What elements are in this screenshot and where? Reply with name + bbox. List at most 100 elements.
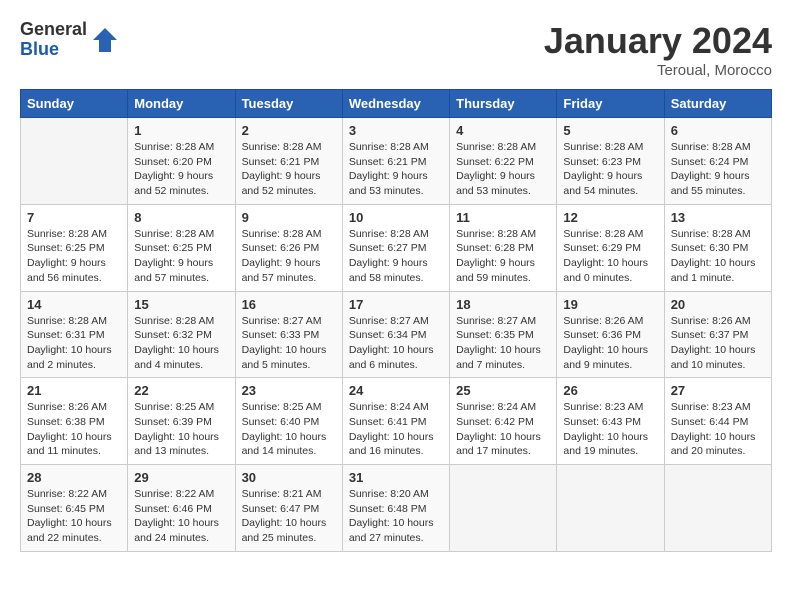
location: Teroual, Morocco xyxy=(544,62,772,79)
day-info: Sunrise: 8:24 AMSunset: 6:42 PMDaylight:… xyxy=(456,400,550,459)
calendar-cell: 7 Sunrise: 8:28 AMSunset: 6:25 PMDaylight… xyxy=(21,204,128,291)
calendar-cell xyxy=(664,465,771,552)
calendar-table: SundayMondayTuesdayWednesdayThursdayFrid… xyxy=(20,89,772,552)
calendar-cell: 21 Sunrise: 8:26 AMSunset: 6:38 PMDayligh… xyxy=(21,378,128,465)
calendar-cell: 17 Sunrise: 8:27 AMSunset: 6:34 PMDayligh… xyxy=(342,291,449,378)
header-day-sunday: Sunday xyxy=(21,90,128,118)
day-number: 21 xyxy=(27,383,121,398)
day-info: Sunrise: 8:20 AMSunset: 6:48 PMDaylight:… xyxy=(349,487,443,546)
day-info: Sunrise: 8:28 AMSunset: 6:24 PMDaylight:… xyxy=(671,140,765,199)
day-number: 28 xyxy=(27,470,121,485)
header-day-saturday: Saturday xyxy=(664,90,771,118)
day-number: 31 xyxy=(349,470,443,485)
calendar-cell: 9 Sunrise: 8:28 AMSunset: 6:26 PMDaylight… xyxy=(235,204,342,291)
day-number: 10 xyxy=(349,210,443,225)
day-number: 5 xyxy=(563,123,657,138)
calendar-cell: 20Sunrise: 8:26 AMSunset: 6:37 PMDayligh… xyxy=(664,291,771,378)
week-row-3: 21 Sunrise: 8:26 AMSunset: 6:38 PMDayligh… xyxy=(21,378,772,465)
calendar-cell: 26 Sunrise: 8:23 AMSunset: 6:43 PMDayligh… xyxy=(557,378,664,465)
day-info: Sunrise: 8:27 AMSunset: 6:34 PMDaylight:… xyxy=(349,314,443,373)
day-number: 24 xyxy=(349,383,443,398)
day-info: Sunrise: 8:28 AMSunset: 6:25 PMDaylight:… xyxy=(27,227,121,286)
calendar-cell: 31 Sunrise: 8:20 AMSunset: 6:48 PMDayligh… xyxy=(342,465,449,552)
calendar-cell: 30 Sunrise: 8:21 AMSunset: 6:47 PMDayligh… xyxy=(235,465,342,552)
header-day-monday: Monday xyxy=(128,90,235,118)
day-info: Sunrise: 8:24 AMSunset: 6:41 PMDaylight:… xyxy=(349,400,443,459)
logo-icon xyxy=(91,26,119,54)
day-info: Sunrise: 8:28 AMSunset: 6:21 PMDaylight:… xyxy=(349,140,443,199)
day-number: 11 xyxy=(456,210,550,225)
calendar-cell: 8Sunrise: 8:28 AMSunset: 6:25 PMDaylight… xyxy=(128,204,235,291)
day-number: 16 xyxy=(242,297,336,312)
day-number: 18 xyxy=(456,297,550,312)
day-info: Sunrise: 8:28 AMSunset: 6:30 PMDaylight:… xyxy=(671,227,765,286)
day-info: Sunrise: 8:28 AMSunset: 6:22 PMDaylight:… xyxy=(456,140,550,199)
calendar-cell: 10 Sunrise: 8:28 AMSunset: 6:27 PMDayligh… xyxy=(342,204,449,291)
calendar-cell xyxy=(557,465,664,552)
day-info: Sunrise: 8:21 AMSunset: 6:47 PMDaylight:… xyxy=(242,487,336,546)
day-number: 22 xyxy=(134,383,228,398)
month-title: January 2024 xyxy=(544,20,772,62)
day-number: 29 xyxy=(134,470,228,485)
logo: General Blue xyxy=(20,20,119,60)
day-number: 2 xyxy=(242,123,336,138)
day-info: Sunrise: 8:25 AMSunset: 6:40 PMDaylight:… xyxy=(242,400,336,459)
week-row-4: 28 Sunrise: 8:22 AMSunset: 6:45 PMDayligh… xyxy=(21,465,772,552)
calendar-cell: 1 Sunrise: 8:28 AMSunset: 6:20 PMDaylight… xyxy=(128,118,235,205)
header-day-wednesday: Wednesday xyxy=(342,90,449,118)
day-info: Sunrise: 8:28 AMSunset: 6:20 PMDaylight:… xyxy=(134,140,228,199)
calendar-header-row: SundayMondayTuesdayWednesdayThursdayFrid… xyxy=(21,90,772,118)
header-day-thursday: Thursday xyxy=(450,90,557,118)
calendar-cell xyxy=(21,118,128,205)
day-info: Sunrise: 8:28 AMSunset: 6:26 PMDaylight:… xyxy=(242,227,336,286)
day-info: Sunrise: 8:26 AMSunset: 6:36 PMDaylight:… xyxy=(563,314,657,373)
calendar-cell xyxy=(450,465,557,552)
day-number: 19 xyxy=(563,297,657,312)
calendar-cell: 12Sunrise: 8:28 AMSunset: 6:29 PMDayligh… xyxy=(557,204,664,291)
day-info: Sunrise: 8:23 AMSunset: 6:43 PMDaylight:… xyxy=(563,400,657,459)
day-info: Sunrise: 8:28 AMSunset: 6:32 PMDaylight:… xyxy=(134,314,228,373)
calendar-body: 1 Sunrise: 8:28 AMSunset: 6:20 PMDaylight… xyxy=(21,118,772,552)
logo-blue: Blue xyxy=(20,40,87,60)
day-number: 27 xyxy=(671,383,765,398)
calendar-cell: 22 Sunrise: 8:25 AMSunset: 6:39 PMDayligh… xyxy=(128,378,235,465)
day-number: 1 xyxy=(134,123,228,138)
calendar-cell: 5 Sunrise: 8:28 AMSunset: 6:23 PMDaylight… xyxy=(557,118,664,205)
day-number: 23 xyxy=(242,383,336,398)
day-info: Sunrise: 8:28 AMSunset: 6:28 PMDaylight:… xyxy=(456,227,550,286)
day-info: Sunrise: 8:27 AMSunset: 6:33 PMDaylight:… xyxy=(242,314,336,373)
day-info: Sunrise: 8:28 AMSunset: 6:27 PMDaylight:… xyxy=(349,227,443,286)
day-info: Sunrise: 8:28 AMSunset: 6:25 PMDaylight:… xyxy=(134,227,228,286)
calendar-cell: 27Sunrise: 8:23 AMSunset: 6:44 PMDayligh… xyxy=(664,378,771,465)
header-day-friday: Friday xyxy=(557,90,664,118)
title-block: January 2024 Teroual, Morocco xyxy=(544,20,772,79)
day-number: 7 xyxy=(27,210,121,225)
header-day-tuesday: Tuesday xyxy=(235,90,342,118)
day-number: 14 xyxy=(27,297,121,312)
calendar-cell: 23 Sunrise: 8:25 AMSunset: 6:40 PMDayligh… xyxy=(235,378,342,465)
week-row-1: 7 Sunrise: 8:28 AMSunset: 6:25 PMDaylight… xyxy=(21,204,772,291)
day-number: 30 xyxy=(242,470,336,485)
day-number: 17 xyxy=(349,297,443,312)
day-info: Sunrise: 8:26 AMSunset: 6:38 PMDaylight:… xyxy=(27,400,121,459)
week-row-0: 1 Sunrise: 8:28 AMSunset: 6:20 PMDaylight… xyxy=(21,118,772,205)
calendar-cell: 15Sunrise: 8:28 AMSunset: 6:32 PMDayligh… xyxy=(128,291,235,378)
page-header: General Blue January 2024 Teroual, Moroc… xyxy=(20,20,772,79)
day-info: Sunrise: 8:28 AMSunset: 6:23 PMDaylight:… xyxy=(563,140,657,199)
day-info: Sunrise: 8:27 AMSunset: 6:35 PMDaylight:… xyxy=(456,314,550,373)
calendar-cell: 6Sunrise: 8:28 AMSunset: 6:24 PMDaylight… xyxy=(664,118,771,205)
day-number: 25 xyxy=(456,383,550,398)
calendar-cell: 16 Sunrise: 8:27 AMSunset: 6:33 PMDayligh… xyxy=(235,291,342,378)
day-info: Sunrise: 8:22 AMSunset: 6:46 PMDaylight:… xyxy=(134,487,228,546)
day-info: Sunrise: 8:22 AMSunset: 6:45 PMDaylight:… xyxy=(27,487,121,546)
calendar-cell: 13Sunrise: 8:28 AMSunset: 6:30 PMDayligh… xyxy=(664,204,771,291)
day-number: 9 xyxy=(242,210,336,225)
calendar-cell: 3Sunrise: 8:28 AMSunset: 6:21 PMDaylight… xyxy=(342,118,449,205)
calendar-cell: 11 Sunrise: 8:28 AMSunset: 6:28 PMDayligh… xyxy=(450,204,557,291)
day-number: 26 xyxy=(563,383,657,398)
calendar-cell: 4 Sunrise: 8:28 AMSunset: 6:22 PMDaylight… xyxy=(450,118,557,205)
day-info: Sunrise: 8:25 AMSunset: 6:39 PMDaylight:… xyxy=(134,400,228,459)
day-number: 20 xyxy=(671,297,765,312)
day-number: 12 xyxy=(563,210,657,225)
day-number: 4 xyxy=(456,123,550,138)
